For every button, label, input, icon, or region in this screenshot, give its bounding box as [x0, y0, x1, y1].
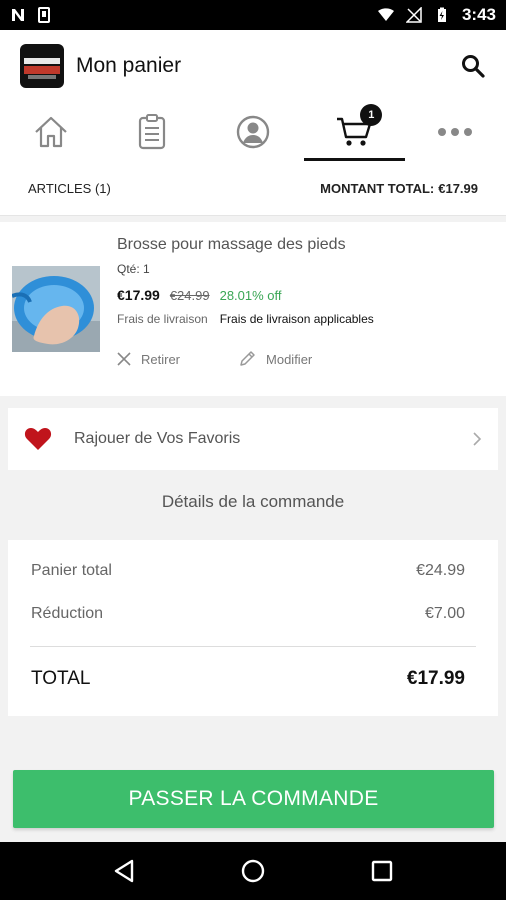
- order-details-card: Panier total €24.99 Réduction €7.00 TOTA…: [8, 540, 498, 716]
- chevron-right-icon: [473, 432, 482, 446]
- status-bar: 3:43: [0, 0, 506, 30]
- total-amount: MONTANT TOTAL: €17.99: [320, 181, 478, 196]
- remove-button[interactable]: Retirer: [117, 350, 180, 368]
- clipboard-list-icon: [138, 114, 165, 150]
- recents-icon[interactable]: [371, 860, 393, 882]
- product-name[interactable]: Brosse pour massage des pieds: [117, 236, 346, 254]
- shipping-label: Frais de livraison: [117, 312, 208, 326]
- grand-total-row: TOTAL €17.99: [31, 668, 465, 690]
- place-order-button[interactable]: PASSER LA COMMANDE: [13, 770, 494, 828]
- shipping-value: Frais de livraison applicables: [219, 312, 374, 326]
- cart-total-label: Panier total: [31, 562, 112, 579]
- price-current: €17.99: [117, 287, 160, 303]
- more-dots-icon: [438, 128, 473, 136]
- cart-summary: ARTICLES (1) MONTANT TOTAL: €17.99: [0, 162, 506, 216]
- product-quantity: Qté: 1: [117, 262, 150, 276]
- cart-total-row: Panier total €24.99: [31, 562, 465, 580]
- divider: [30, 646, 476, 647]
- tab-home[interactable]: [0, 102, 101, 162]
- cart-count-badge: 1: [360, 104, 383, 126]
- add-to-favorites-row[interactable]: Rajouer de Vos Favoris: [8, 408, 498, 470]
- tab-more[interactable]: [405, 102, 506, 162]
- system-nav-bar: [0, 842, 506, 900]
- app-logo: [20, 44, 64, 88]
- user-icon: [236, 115, 270, 149]
- remove-label: Retirer: [141, 351, 181, 367]
- close-icon: [117, 352, 131, 366]
- grand-total-value: €17.99: [406, 668, 465, 689]
- app-header: Mon panier: [0, 30, 506, 102]
- total-amount-label: MONTANT TOTAL:: [320, 181, 435, 196]
- total-amount-value: €17.99: [438, 181, 478, 196]
- search-icon[interactable]: [460, 53, 486, 79]
- pencil-icon: [240, 351, 255, 366]
- favorites-label: Rajouer de Vos Favoris: [74, 430, 241, 447]
- back-icon[interactable]: [113, 859, 135, 883]
- tab-cart[interactable]: 1: [303, 102, 406, 162]
- grand-total-label: TOTAL: [31, 668, 91, 689]
- discount-percent: 28.01% off: [219, 288, 282, 303]
- no-signal-icon: [405, 7, 422, 23]
- edit-button[interactable]: Modifier: [238, 350, 312, 368]
- heart-icon: [24, 428, 52, 450]
- notification-n-icon: [12, 9, 24, 21]
- battery-charging-icon: [437, 7, 446, 22]
- download-icon: [38, 7, 50, 23]
- price-original: €24.99: [169, 288, 210, 303]
- status-time: 3:43: [461, 5, 496, 24]
- page-title: Mon panier: [76, 54, 182, 77]
- tab-bar: 1: [0, 102, 506, 162]
- home-nav-icon[interactable]: [241, 859, 265, 883]
- order-details-title: Détails de la commande: [161, 492, 345, 511]
- shipping-info: Frais de livraison Frais de livraison ap…: [117, 312, 374, 326]
- articles-count: ARTICLES (1): [28, 181, 111, 196]
- cart-item: Brosse pour massage des pieds Qté: 1 €17…: [0, 222, 506, 396]
- discount-value: €7.00: [424, 605, 465, 622]
- discount-label: Réduction: [31, 605, 104, 622]
- discount-row: Réduction €7.00: [31, 605, 465, 623]
- home-icon: [34, 116, 67, 148]
- product-prices: €17.99 €24.99 28.01% off: [117, 287, 282, 303]
- item-actions: Retirer Modifier: [117, 350, 312, 368]
- cart-total-value: €24.99: [416, 562, 465, 579]
- wifi-icon: [377, 8, 394, 21]
- tab-orders[interactable]: [101, 102, 202, 162]
- tab-account[interactable]: [202, 102, 303, 162]
- product-image[interactable]: [12, 266, 100, 352]
- edit-label: Modifier: [266, 351, 313, 367]
